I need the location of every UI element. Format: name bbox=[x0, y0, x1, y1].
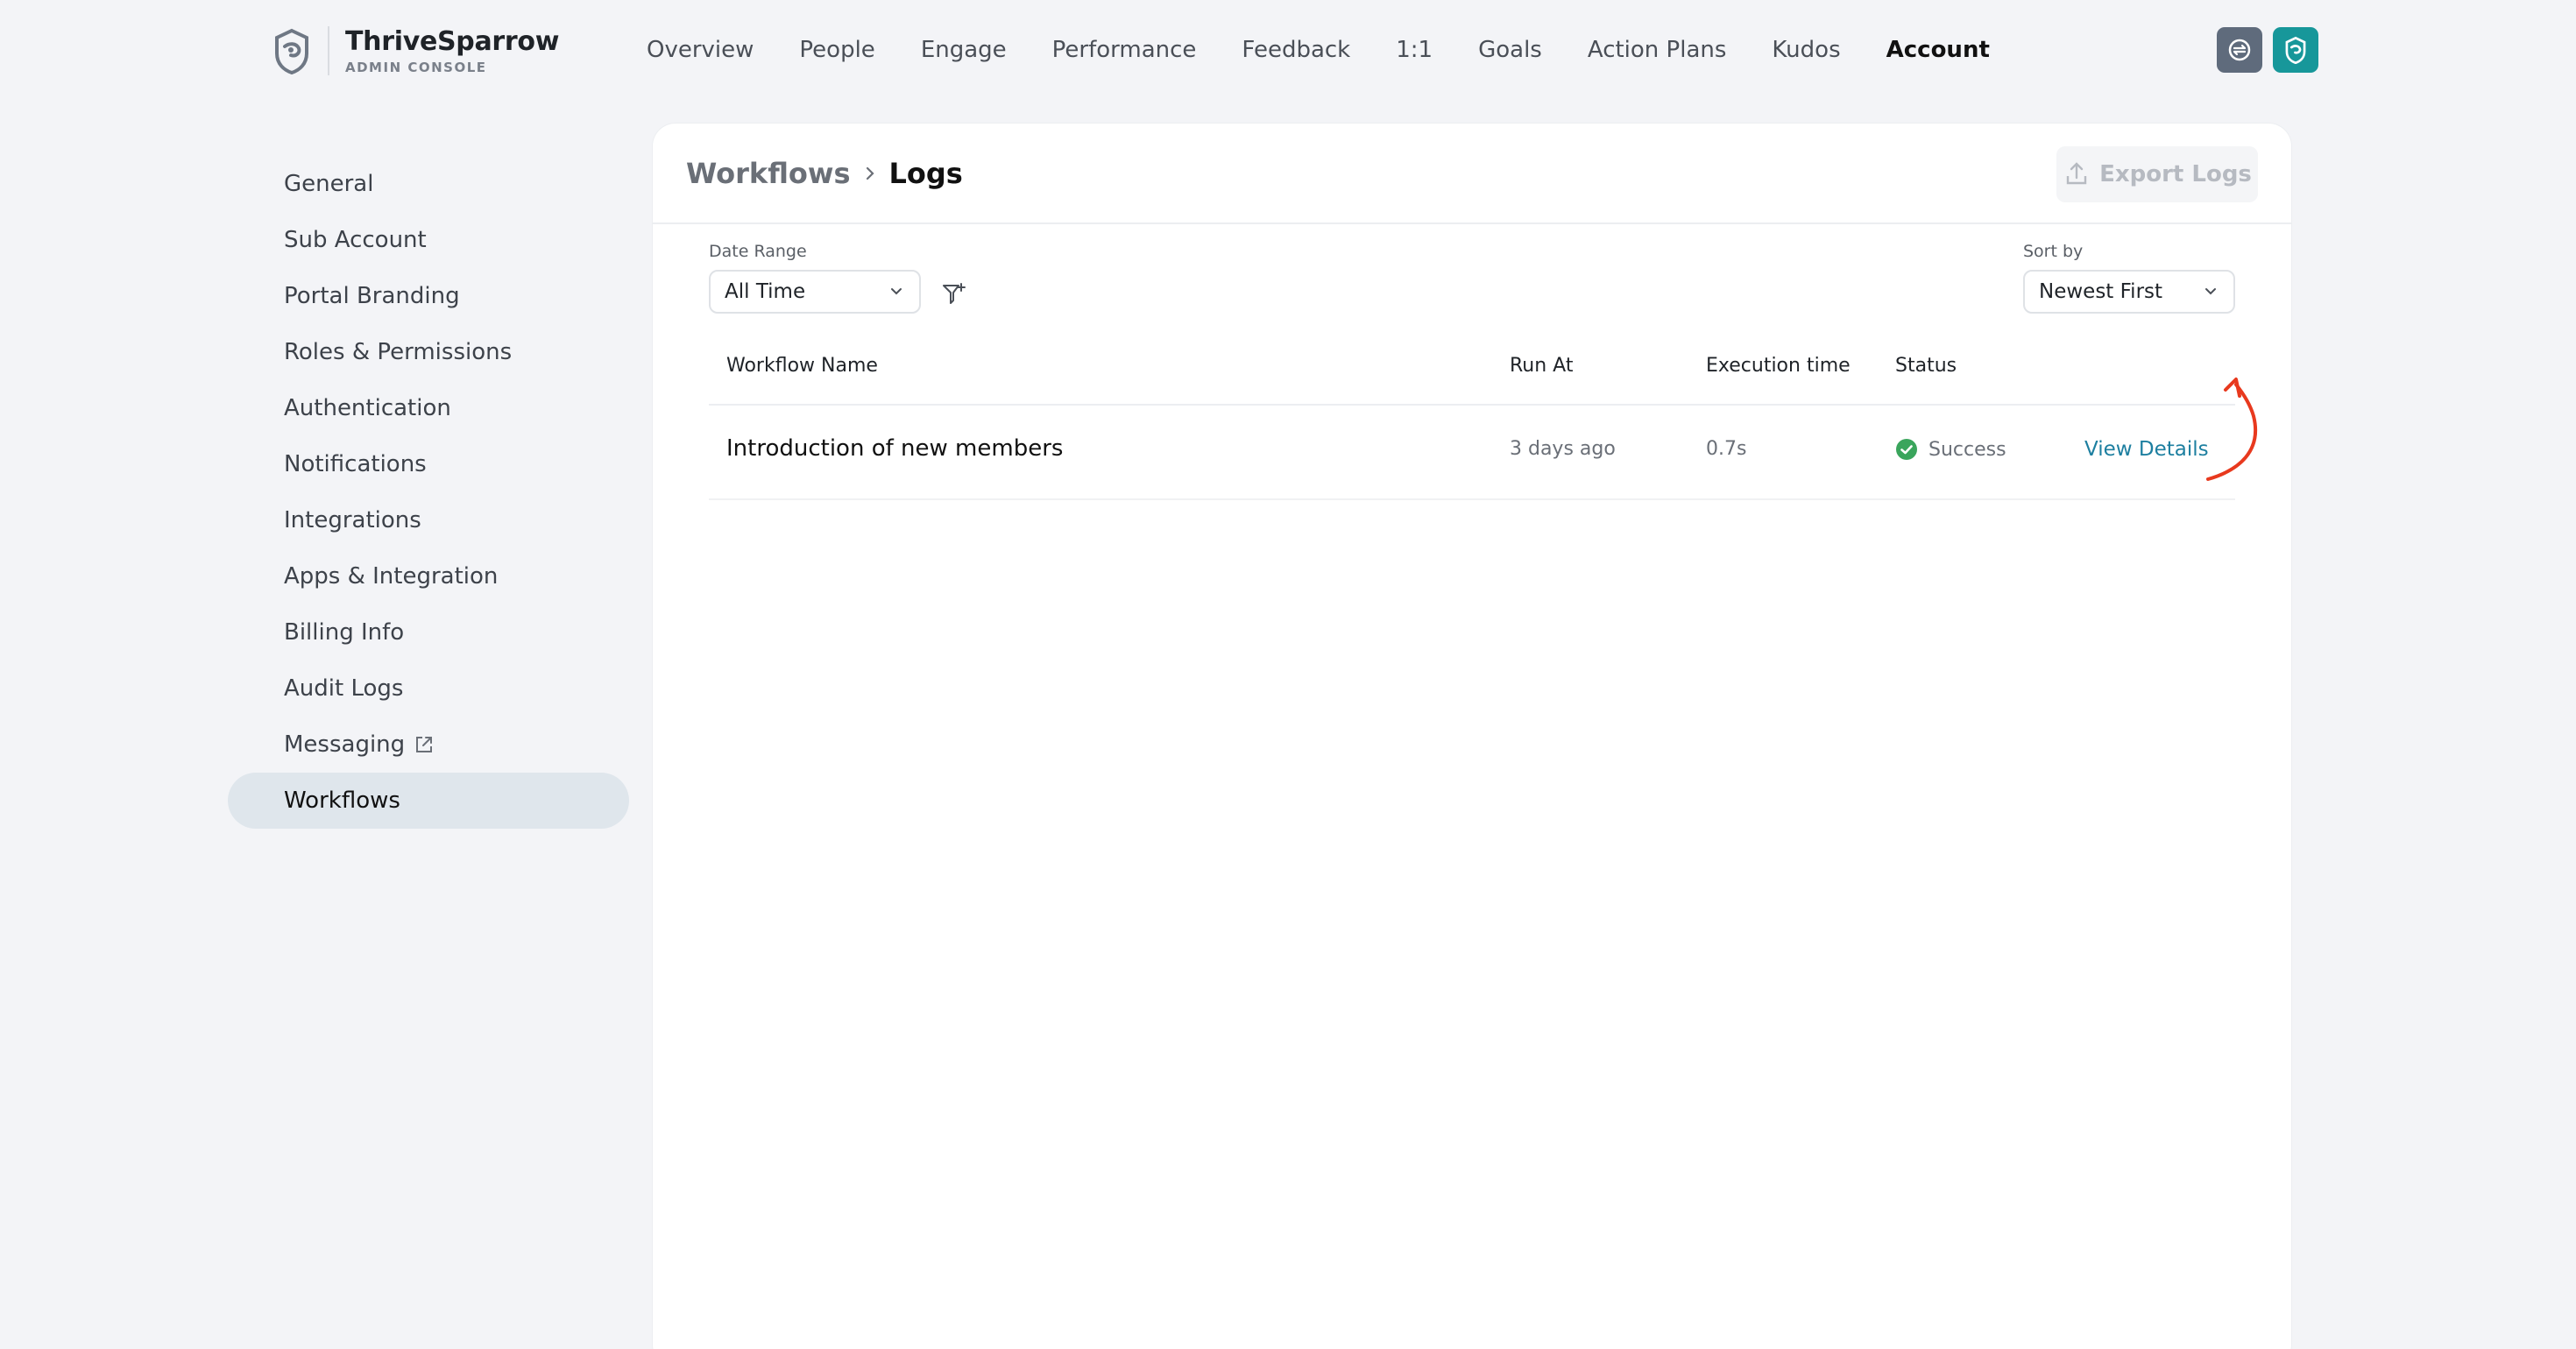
workflow-logs-panel: Workflows Logs Export Logs Date Range Al… bbox=[653, 124, 2291, 1349]
sidebar-item-roles-permissions[interactable]: Roles & Permissions bbox=[228, 324, 629, 380]
sidebar-item-messaging[interactable]: Messaging bbox=[228, 717, 629, 773]
nav-item-engage[interactable]: Engage bbox=[921, 33, 1007, 67]
sidebar-item-general[interactable]: General bbox=[228, 156, 629, 212]
breadcrumb-logs: Logs bbox=[888, 156, 963, 190]
sort-label: Sort by bbox=[2023, 242, 2084, 261]
sidebar-item-portal-branding[interactable]: Portal Branding bbox=[228, 268, 629, 324]
sort-value: Newest First bbox=[2039, 280, 2163, 303]
annotation-arrow bbox=[2206, 378, 2257, 481]
sidebar-item-apps-integration[interactable]: Apps & Integration bbox=[228, 548, 629, 604]
nav-item-account[interactable]: Account bbox=[1886, 33, 1990, 67]
workflow-name-cell: Introduction of new members bbox=[726, 435, 1064, 462]
sidebar-item-notifications[interactable]: Notifications bbox=[228, 436, 629, 492]
external-link-icon bbox=[416, 737, 433, 752]
sidebar-item-label: Messaging bbox=[284, 731, 406, 758]
nav-item-action-plans[interactable]: Action Plans bbox=[1588, 33, 1727, 67]
sparrow-logo-icon bbox=[2285, 36, 2306, 64]
brand-divider bbox=[328, 26, 329, 75]
top-bar: ThriveSparrow ADMIN CONSOLE Overview Peo… bbox=[0, 0, 2576, 102]
nav-item-feedback[interactable]: Feedback bbox=[1242, 33, 1350, 67]
view-details-link[interactable]: View Details bbox=[2084, 438, 2209, 461]
nav-item-people[interactable]: People bbox=[799, 33, 874, 67]
table-header: Workflow Name Run At Execution time Stat… bbox=[709, 332, 2235, 406]
execution-time-cell: 0.7s bbox=[1706, 438, 1747, 460]
nav-item-one-on-one[interactable]: 1:1 bbox=[1396, 33, 1433, 67]
chevron-right-icon bbox=[863, 165, 877, 182]
brand-subtitle: ADMIN CONSOLE bbox=[345, 60, 487, 75]
status-cell: Success bbox=[1895, 438, 2006, 461]
sidebar-item-audit-logs[interactable]: Audit Logs bbox=[228, 660, 629, 717]
brand-text: ThriveSparrow ADMIN CONSOLE bbox=[345, 26, 559, 75]
main-nav: Overview People Engage Performance Feedb… bbox=[647, 33, 2035, 67]
date-range-value: All Time bbox=[725, 280, 806, 303]
top-actions bbox=[2217, 27, 2329, 73]
workflow-logs-table: Workflow Name Run At Execution time Stat… bbox=[709, 332, 2235, 500]
chevron-down-icon bbox=[2205, 288, 2216, 295]
column-header-execution-time[interactable]: Execution time bbox=[1706, 355, 1851, 377]
nav-item-goals[interactable]: Goals bbox=[1478, 33, 1542, 67]
globe-switch-icon bbox=[2228, 39, 2251, 61]
export-logs-button[interactable]: Export Logs bbox=[2056, 146, 2258, 202]
column-header-workflow-name[interactable]: Workflow Name bbox=[726, 355, 878, 377]
chevron-down-icon bbox=[891, 288, 902, 295]
sidebar-item-workflows[interactable]: Workflows bbox=[228, 773, 629, 829]
nav-item-performance[interactable]: Performance bbox=[1052, 33, 1197, 67]
upload-icon bbox=[2066, 162, 2087, 185]
date-range-label: Date Range bbox=[709, 242, 807, 261]
column-header-status[interactable]: Status bbox=[1895, 355, 1957, 377]
brand-logo-icon bbox=[275, 28, 308, 74]
sidebar-item-authentication[interactable]: Authentication bbox=[228, 380, 629, 436]
status-label: Success bbox=[1928, 438, 2006, 461]
date-range-select[interactable]: All Time bbox=[709, 270, 921, 314]
filter-bar: Date Range All Time Sort by Newest First bbox=[709, 242, 2235, 329]
brand-name: ThriveSparrow bbox=[345, 26, 560, 57]
breadcrumb-workflows[interactable]: Workflows bbox=[686, 157, 851, 190]
date-range-filter: Date Range All Time bbox=[709, 242, 921, 314]
product-switch-button[interactable] bbox=[2273, 27, 2318, 73]
export-logs-label: Export Logs bbox=[2099, 161, 2252, 187]
settings-sidebar: General Sub Account Portal Branding Role… bbox=[228, 156, 629, 829]
switch-app-button[interactable] bbox=[2217, 27, 2262, 73]
column-header-run-at[interactable]: Run At bbox=[1510, 355, 1573, 377]
sidebar-item-sub-account[interactable]: Sub Account bbox=[228, 212, 629, 268]
run-at-cell: 3 days ago bbox=[1510, 438, 1616, 460]
sort-filter: Sort by Newest First bbox=[2023, 242, 2235, 314]
sidebar-item-billing-info[interactable]: Billing Info bbox=[228, 604, 629, 660]
panel-header: Workflows Logs Export Logs bbox=[653, 124, 2291, 224]
table-row: Introduction of new members 3 days ago 0… bbox=[709, 406, 2235, 500]
filter-plus-icon bbox=[943, 283, 966, 304]
success-check-icon bbox=[1896, 439, 1917, 460]
brand[interactable]: ThriveSparrow ADMIN CONSOLE bbox=[272, 26, 559, 75]
sidebar-item-integrations[interactable]: Integrations bbox=[228, 492, 629, 548]
nav-item-overview[interactable]: Overview bbox=[647, 33, 754, 67]
add-filter-button[interactable] bbox=[938, 279, 970, 310]
sort-select[interactable]: Newest First bbox=[2023, 270, 2235, 314]
nav-item-kudos[interactable]: Kudos bbox=[1772, 33, 1840, 67]
